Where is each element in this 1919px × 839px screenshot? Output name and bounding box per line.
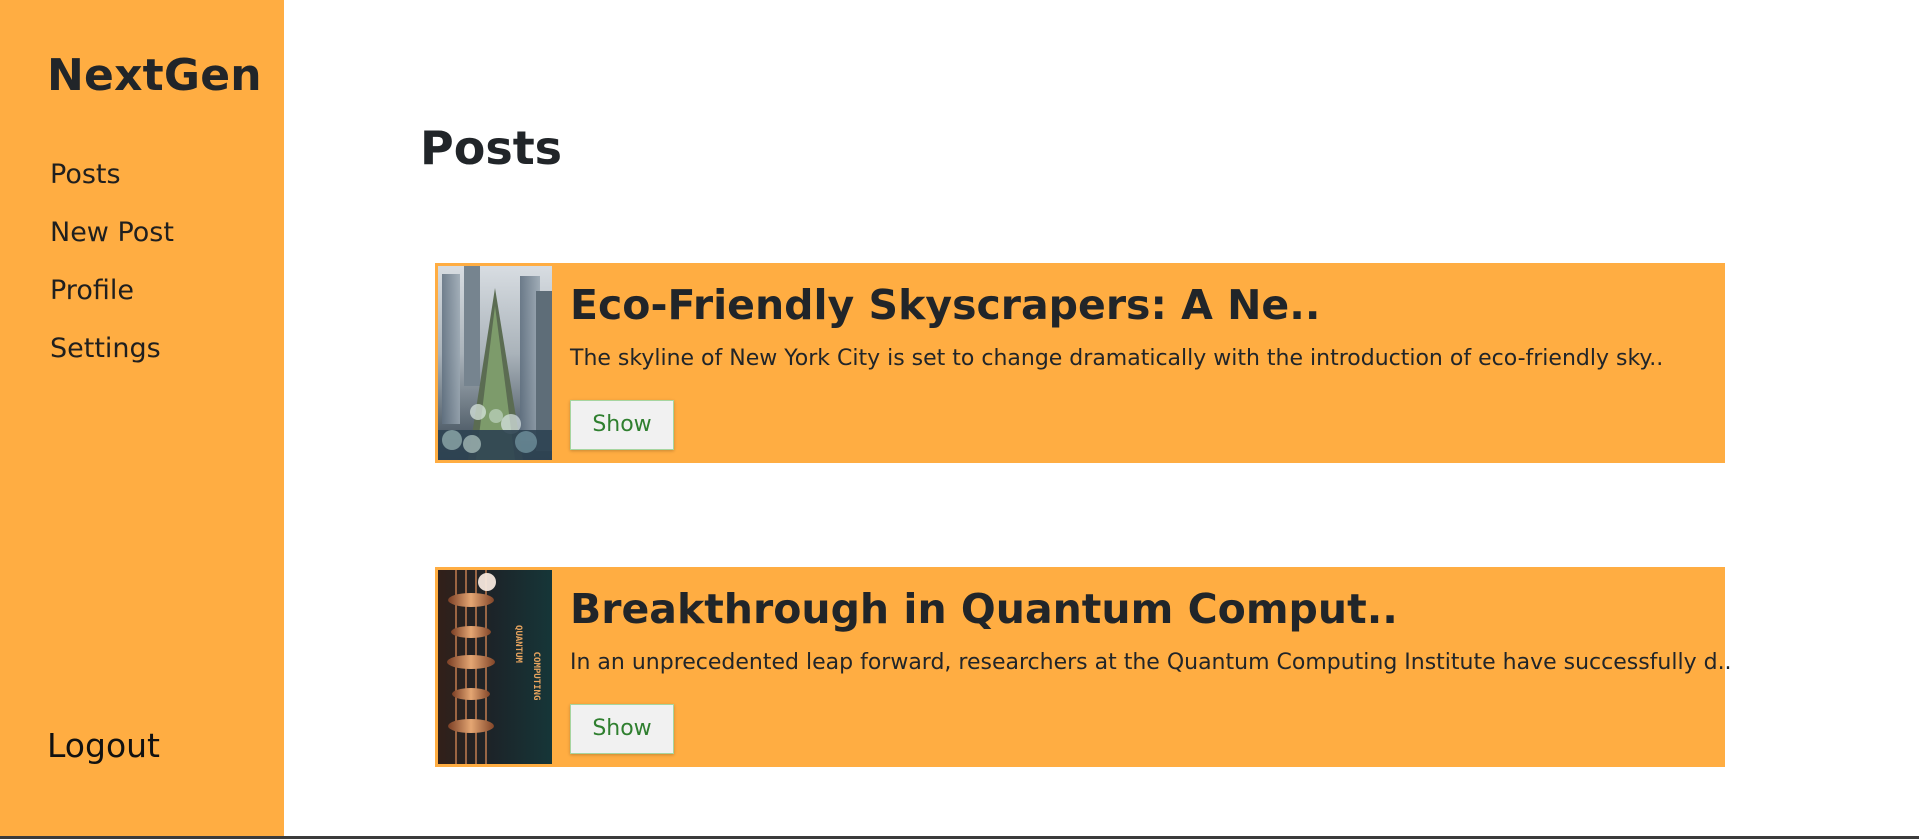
sidebar-item-new-post[interactable]: New Post [50,210,174,268]
post-thumbnail: QUANTUM COMPUTING [438,570,552,764]
post-title: Breakthrough in Quantum Comput.. [570,585,1398,633]
sidebar-item-settings[interactable]: Settings [50,326,174,384]
show-button[interactable]: Show [570,704,674,754]
post-excerpt: In an unprecedented leap forward, resear… [570,650,1732,675]
sidebar-nav: Posts New Post Profile Settings [50,152,174,384]
logout-button[interactable]: Logout [47,720,160,772]
skyscraper-image [438,266,552,460]
quantum-thumbnail-text-1: QUANTUM [513,625,523,664]
page-title: Posts [420,121,563,175]
sidebar-item-profile[interactable]: Profile [50,268,174,326]
post-thumbnail [438,266,552,460]
sidebar: NextGen Posts New Post Profile Settings … [0,0,284,836]
quantum-thumbnail-text-2: COMPUTING [531,652,541,701]
sidebar-item-posts[interactable]: Posts [50,152,174,210]
post-card: Eco-Friendly Skyscrapers: A Ne.. The sky… [435,263,1725,463]
show-button[interactable]: Show [570,400,674,450]
brand-logo[interactable]: NextGen [47,48,262,104]
post-card: QUANTUM COMPUTING Breakthrough in Quantu… [435,567,1732,767]
post-excerpt: The skyline of New York City is set to c… [570,346,1664,371]
quantum-computer-image: QUANTUM COMPUTING [438,570,552,764]
post-title: Eco-Friendly Skyscrapers: A Ne.. [570,281,1321,329]
